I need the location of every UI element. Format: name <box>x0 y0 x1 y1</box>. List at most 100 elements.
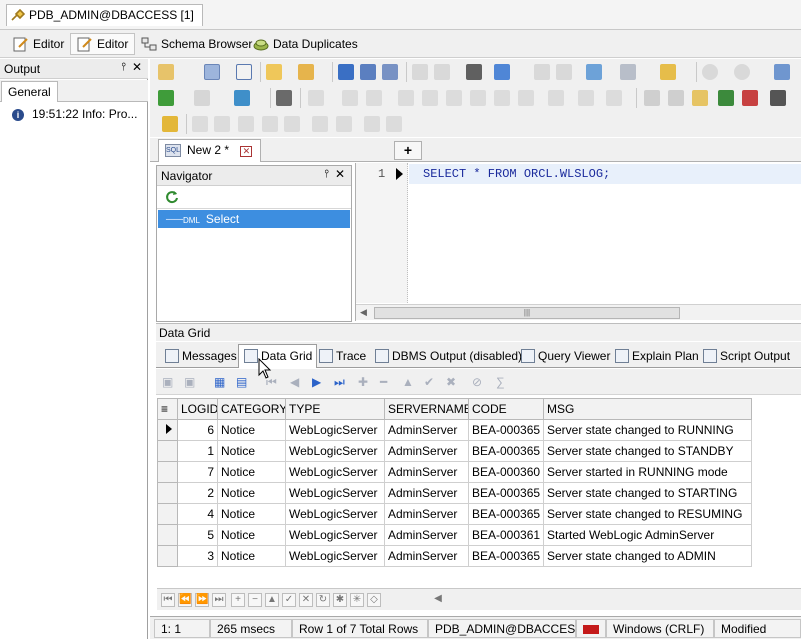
scroll-left-icon[interactable]: ◀ <box>431 593 445 607</box>
scroll-left-icon[interactable]: ◀ <box>360 307 367 318</box>
table-cell[interactable]: Notice <box>217 545 286 567</box>
tab-trace[interactable]: Trace <box>314 345 370 367</box>
table-row[interactable]: 4 Notice WebLogicServer AdminServer BEA-… <box>157 503 752 525</box>
refresh-icon[interactable]: ↻ <box>316 593 330 607</box>
table-cell[interactable]: BEA-000365 <box>468 545 544 567</box>
table-cell[interactable]: BEA-000365 <box>468 419 544 441</box>
paste-text-icon[interactable] <box>692 90 708 106</box>
table-cell[interactable]: Server state changed to STANDBY <box>543 440 752 462</box>
column-header[interactable]: LOGID <box>177 398 218 420</box>
close-tab-icon[interactable] <box>620 64 636 80</box>
format-icon[interactable] <box>742 90 758 106</box>
output-message[interactable]: i 19:51:22 Info: Pro... <box>12 107 137 121</box>
table-cell[interactable]: BEA-000365 <box>468 503 544 525</box>
table-cell[interactable]: Notice <box>217 482 286 504</box>
table-cell[interactable]: AdminServer <box>384 482 469 504</box>
table-cell[interactable]: AdminServer <box>384 545 469 567</box>
column-header[interactable]: MSG <box>543 398 752 420</box>
table-cell[interactable]: WebLogicServer <box>285 482 385 504</box>
connect-icon[interactable] <box>158 64 174 80</box>
data-duplicates-button[interactable]: Data Duplicates <box>246 33 365 55</box>
close-icon[interactable]: ✕ <box>335 167 345 181</box>
table-cell[interactable]: 4 <box>177 503 218 525</box>
next-page-icon[interactable]: ⏩ <box>195 593 209 607</box>
pin-icon[interactable]: ⫯ <box>121 61 126 74</box>
tab-general[interactable]: General <box>1 81 58 102</box>
editor-button-2[interactable]: Editor <box>70 33 136 55</box>
schema-browser-button[interactable]: Schema Browser <box>134 33 259 55</box>
clear-icon[interactable] <box>236 64 252 80</box>
table-cell[interactable]: 7 <box>177 461 218 483</box>
row-indicator[interactable] <box>157 482 178 504</box>
table-cell[interactable]: 5 <box>177 524 218 546</box>
row-indicator[interactable] <box>157 461 178 483</box>
list-icon[interactable] <box>276 90 292 106</box>
row-indicator[interactable] <box>157 503 178 525</box>
horizontal-scrollbar[interactable]: ◀ ||| <box>356 304 801 320</box>
column-header[interactable]: CODE <box>468 398 544 420</box>
folder-icon[interactable] <box>660 64 676 80</box>
close-tab-icon[interactable]: ✕ <box>240 146 253 157</box>
table-cell[interactable]: WebLogicServer <box>285 524 385 546</box>
table-cell[interactable]: BEA-000365 <box>468 482 544 504</box>
table-cell[interactable]: BEA-000360 <box>468 461 544 483</box>
insert-icon[interactable]: + <box>231 593 245 607</box>
last-record-icon[interactable]: ⏭ <box>334 375 345 390</box>
save-icon[interactable] <box>338 64 354 80</box>
save-as-icon[interactable] <box>360 64 376 80</box>
refresh-grid-icon[interactable]: ▤ <box>236 375 247 389</box>
sql-icon[interactable] <box>204 64 220 80</box>
next-record-icon[interactable]: ▶ <box>312 375 321 389</box>
table-cell[interactable]: WebLogicServer <box>285 461 385 483</box>
close-icon[interactable]: ✕ <box>132 60 142 74</box>
table-cell[interactable]: WebLogicServer <box>285 440 385 462</box>
row-indicator[interactable] <box>157 440 178 462</box>
table-cell[interactable]: AdminServer <box>384 503 469 525</box>
table-cell[interactable]: Notice <box>217 461 286 483</box>
bookmark-icon[interactable]: ✱ <box>333 593 347 607</box>
sql-format-icon[interactable] <box>494 64 510 80</box>
table-cell[interactable]: Server state changed to RUNNING <box>543 419 752 441</box>
table-cell[interactable]: BEA-000365 <box>468 440 544 462</box>
table-cell[interactable]: Server started in RUNNING mode <box>543 461 752 483</box>
add-tab-button[interactable]: + <box>394 141 422 160</box>
table-cell[interactable]: 1 <box>177 440 218 462</box>
table-cell[interactable]: Started WebLogic AdminServer <box>543 524 752 546</box>
refresh-icon[interactable] <box>165 190 179 204</box>
table-cell[interactable]: AdminServer <box>384 524 469 546</box>
row-indicator[interactable] <box>157 419 178 441</box>
table-cell[interactable]: 3 <box>177 545 218 567</box>
delete-icon[interactable]: − <box>248 593 262 607</box>
tab-dbms-output[interactable]: DBMS Output (disabled) <box>370 345 526 367</box>
table-row[interactable]: 1 Notice WebLogicServer AdminServer BEA-… <box>157 440 752 462</box>
connection-tab[interactable]: PDB_ADMIN@DBACCESS [1] <box>6 4 203 26</box>
edit-icon[interactable]: ▲ <box>265 593 279 607</box>
sql-editor[interactable]: 1 SELECT * FROM ORCL.WLSLOG; ◀ ||| <box>355 163 801 321</box>
filter-icon[interactable]: ◇ <box>367 593 381 607</box>
execute-icon[interactable] <box>158 90 174 106</box>
save-all-icon[interactable] <box>382 64 398 80</box>
row-indicator-header[interactable]: ≡ <box>157 398 178 420</box>
table-cell[interactable]: AdminServer <box>384 440 469 462</box>
navigator-item-select[interactable]: ──DML Select <box>158 210 350 228</box>
scroll-thumb[interactable]: ||| <box>374 307 680 319</box>
table-cell[interactable]: Notice <box>217 503 286 525</box>
export-grid-icon[interactable]: ▦ <box>214 375 225 389</box>
compare-icon[interactable] <box>718 90 734 106</box>
table-row[interactable]: 6 Notice WebLogicServer AdminServer BEA-… <box>157 419 752 441</box>
table-row[interactable]: 3 Notice WebLogicServer AdminServer BEA-… <box>157 545 752 567</box>
column-header[interactable]: TYPE <box>285 398 385 420</box>
column-header[interactable]: SERVERNAME <box>384 398 469 420</box>
find-sql-icon[interactable] <box>774 64 790 80</box>
table-cell[interactable]: WebLogicServer <box>285 545 385 567</box>
open-file-icon[interactable] <box>266 64 282 80</box>
goto-bookmark-icon[interactable]: ✳ <box>350 593 364 607</box>
cancel-icon[interactable]: ✕ <box>299 593 313 607</box>
table-row[interactable]: 7 Notice WebLogicServer AdminServer BEA-… <box>157 461 752 483</box>
tab-new-2[interactable]: SQL New 2 * ✕ <box>158 139 262 162</box>
post-icon[interactable]: ✓ <box>282 593 296 607</box>
table-cell[interactable]: AdminServer <box>384 419 469 441</box>
table-cell[interactable]: Server state changed to STARTING <box>543 482 752 504</box>
table-cell[interactable]: 6 <box>177 419 218 441</box>
table-cell[interactable]: Notice <box>217 419 286 441</box>
